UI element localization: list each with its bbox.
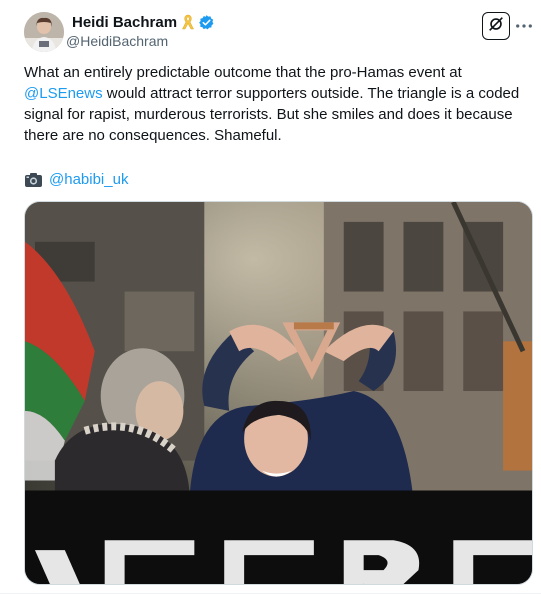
user-handle[interactable]: @HeidiBachram xyxy=(66,33,168,49)
verified-badge-icon[interactable] xyxy=(198,14,215,31)
grok-button[interactable] xyxy=(482,12,510,40)
camera-icon xyxy=(24,172,43,188)
tweet[interactable]: Heidi Bachram @HeidiBachram What an enti… xyxy=(0,0,541,594)
video-frame xyxy=(25,202,532,584)
credit-mention-link[interactable]: @habibi_uk xyxy=(49,169,128,190)
tweet-text: What an entirely predictable outcome tha… xyxy=(24,62,524,146)
display-name[interactable]: Heidi Bachram xyxy=(72,14,177,31)
yellow-ribbon-icon xyxy=(181,14,195,30)
tweet-text-part: What an entirely predictable outcome tha… xyxy=(24,64,462,81)
mention-link[interactable]: @LSEnews xyxy=(24,85,103,102)
grok-icon xyxy=(487,15,505,38)
avatar[interactable] xyxy=(24,12,64,52)
more-icon xyxy=(515,16,533,34)
more-button[interactable] xyxy=(513,14,535,36)
photo-credit: @habibi_uk xyxy=(24,169,128,190)
video-media[interactable] xyxy=(24,201,533,585)
